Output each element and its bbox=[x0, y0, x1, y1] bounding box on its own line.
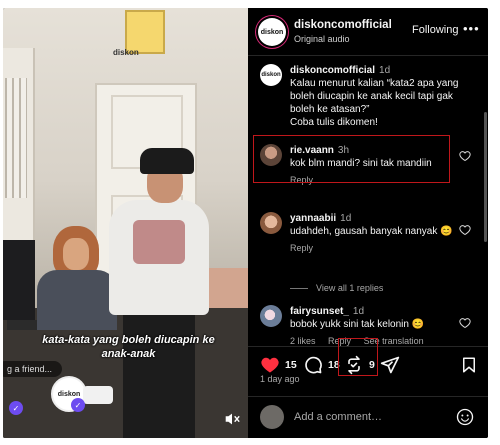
video-scene-monitor bbox=[3, 240, 35, 320]
share-action[interactable] bbox=[380, 355, 400, 375]
video-watermark: diskon bbox=[113, 48, 139, 57]
like-comment-heart-icon[interactable] bbox=[459, 224, 471, 236]
reel-video[interactable]: diskon kata-kata yang boleh diucapin ke … bbox=[3, 8, 248, 438]
video-scene-window bbox=[5, 78, 27, 198]
caption-avatar[interactable]: diskon bbox=[260, 64, 282, 86]
comments-scrollbar[interactable] bbox=[484, 112, 487, 242]
reply-button[interactable]: Reply bbox=[290, 243, 313, 253]
video-person-man-hat bbox=[140, 148, 194, 174]
video-caption: kata-kata yang boleh diucapin ke anak-an… bbox=[21, 333, 236, 361]
comment-meta: Reply bbox=[290, 242, 466, 255]
like-action[interactable]: 15 bbox=[260, 355, 297, 375]
verified-badge-icon: ✓ bbox=[71, 398, 85, 412]
reel-viewer: diskon kata-kata yang boleh diucapin ke … bbox=[3, 8, 488, 438]
video-caption-line: kata-kata yang boleh diucapin ke bbox=[42, 334, 215, 346]
video-scene-boxes bbox=[208, 268, 248, 308]
video-person-man-shirt-print bbox=[133, 220, 185, 264]
caption-time: 1d bbox=[379, 65, 391, 76]
comment-time: 1d bbox=[340, 213, 352, 224]
comment-body: yannaabii 1d udahdeh, gausah banyak nanya… bbox=[290, 212, 466, 255]
following-button[interactable]: Following bbox=[412, 24, 458, 36]
like-comment-heart-icon[interactable] bbox=[459, 150, 471, 162]
comment-body: fairysunset_ 1d bobok yukk sini tak kelon… bbox=[290, 305, 466, 348]
post-header: diskon diskoncomofficial Original audio … bbox=[248, 8, 488, 56]
emoji-picker-icon[interactable] bbox=[456, 408, 474, 426]
shield-badge-icon: ✓ bbox=[9, 401, 23, 415]
commenter-avatar[interactable] bbox=[260, 212, 282, 234]
like-count[interactable]: 15 bbox=[285, 359, 297, 371]
comment-bubble-icon[interactable] bbox=[303, 355, 323, 375]
post-side-panel: diskon diskoncomofficial Original audio … bbox=[248, 8, 488, 438]
comments-list[interactable]: diskon diskoncomofficial 1d Kalau menurut… bbox=[248, 56, 488, 348]
heart-filled-icon[interactable] bbox=[260, 355, 280, 375]
like-comment-heart-icon[interactable] bbox=[459, 317, 471, 329]
caption-body: diskoncomofficial 1d Kalau menurut kalian… bbox=[290, 64, 466, 129]
comment-time: 1d bbox=[352, 306, 365, 317]
comment-text: udahdeh, gausah banyak nanyak 😊 bbox=[290, 226, 453, 237]
comment-username[interactable]: yannaabii bbox=[290, 213, 336, 224]
video-caption-line: anak-anak bbox=[101, 348, 156, 360]
header-username[interactable]: diskoncomofficial bbox=[294, 19, 392, 31]
video-person-woman-body bbox=[37, 270, 117, 330]
add-comment-bar: Add a comment… bbox=[248, 396, 488, 438]
highlight-box-repost bbox=[338, 338, 378, 376]
muted-speaker-icon[interactable] bbox=[223, 410, 241, 428]
current-user-avatar[interactable] bbox=[260, 405, 284, 429]
commenter-avatar[interactable] bbox=[260, 305, 282, 327]
video-person-woman-face bbox=[63, 238, 89, 270]
video-sticker-card bbox=[83, 386, 113, 404]
posted-time[interactable]: 1 day ago bbox=[260, 374, 300, 384]
save-action[interactable] bbox=[460, 355, 478, 375]
bookmark-icon[interactable] bbox=[460, 355, 478, 375]
send-paper-plane-icon[interactable] bbox=[380, 355, 400, 375]
highlight-box-comment bbox=[253, 135, 450, 183]
caption-username[interactable]: diskoncomofficial bbox=[290, 65, 375, 76]
comment-action[interactable]: 18 bbox=[303, 355, 340, 375]
replies-divider bbox=[290, 288, 308, 290]
comment-username[interactable]: fairysunset_ bbox=[290, 306, 349, 317]
profile-avatar[interactable]: diskon bbox=[258, 18, 286, 46]
video-person-man-legs bbox=[123, 308, 195, 438]
caption-text: Kalau menurut kalian “kata2 apa yang bol… bbox=[290, 78, 459, 115]
caption-cta: Coba tulis dikomen! bbox=[290, 117, 378, 128]
header-audio-label[interactable]: Original audio bbox=[294, 34, 350, 44]
view-replies-label[interactable]: View all 1 replies bbox=[316, 283, 383, 293]
more-options-icon[interactable]: ••• bbox=[463, 21, 480, 36]
comment-likes-count[interactable]: 2 likes bbox=[290, 336, 316, 346]
add-comment-input[interactable]: Add a comment… bbox=[294, 411, 382, 423]
view-replies-toggle[interactable]: View all 1 replies bbox=[290, 283, 383, 293]
comment-text: bobok yukk sini tak kelonin 😊 bbox=[290, 319, 425, 330]
tag-friend-pill[interactable]: g a friend... bbox=[3, 361, 63, 377]
